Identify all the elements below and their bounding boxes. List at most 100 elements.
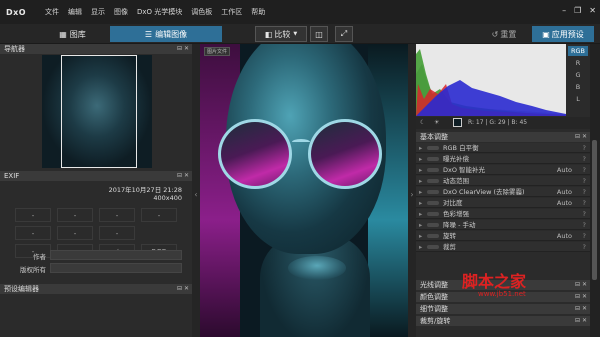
adjustment-row[interactable]: ▸ 曝光补偿 ? [416, 154, 590, 164]
adjustment-row[interactable]: ▸ 色彩增强 ? [416, 209, 590, 219]
expand-arrow-icon[interactable]: ▸ [419, 143, 422, 153]
adjustment-toggle[interactable] [427, 168, 439, 172]
compare-icon: ◧ [264, 29, 273, 39]
fit-screen-button[interactable]: ⤢ [335, 26, 353, 42]
panel-pin-close-icon[interactable]: ⊟ ✕ [575, 316, 587, 326]
histogram-info-bar: ☾ ☀ R: 17 | G: 29 | B: 45 [416, 117, 590, 129]
adjustment-toggle[interactable] [427, 212, 439, 216]
adjustment-row[interactable]: ▸ 旋转 Auto ? [416, 231, 590, 241]
chevron-down-icon: ▼ [293, 31, 298, 37]
help-icon[interactable]: ? [583, 231, 586, 241]
histogram-channel-b[interactable]: B [568, 82, 588, 92]
expand-arrow-icon[interactable]: ▸ [419, 242, 422, 252]
expand-arrow-icon[interactable]: ▸ [419, 176, 422, 186]
histogram [416, 44, 566, 116]
help-icon[interactable]: ? [583, 198, 586, 208]
adjustment-toggle[interactable] [427, 157, 439, 161]
collapse-left-panel-button[interactable]: ‹ [192, 44, 200, 337]
split-view-button[interactable]: ◫ [310, 26, 328, 42]
navigator-viewport-frame[interactable] [61, 55, 137, 168]
reset-button[interactable]: ↺ 重置 [480, 26, 528, 42]
panel-pin-close-icon[interactable]: ⊟ ✕ [177, 284, 189, 294]
expand-arrow-icon[interactable]: ▸ [419, 220, 422, 230]
panel-pin-close-icon[interactable]: ⊟ ✕ [575, 132, 587, 142]
adjustment-toggle[interactable] [427, 179, 439, 183]
adjustment-label: 动态范围 [443, 177, 469, 185]
maximize-button[interactable]: ❐ [574, 6, 581, 15]
menu-edit[interactable]: 编辑 [68, 7, 82, 17]
adjustment-toggle[interactable] [427, 245, 439, 249]
expand-arrow-icon[interactable]: ▸ [419, 165, 422, 175]
help-icon[interactable]: ? [583, 165, 586, 175]
compare-button[interactable]: ◧ 比较 ▼ [255, 26, 307, 42]
color-section-title: 颜色调整 [420, 293, 448, 301]
exif-cell: - [57, 208, 93, 222]
histogram-channel-r[interactable]: R [568, 58, 588, 68]
collapse-right-panel-button[interactable]: › [408, 44, 416, 337]
sun-icon[interactable]: ☀ [434, 119, 439, 126]
histogram-channel-rgb[interactable]: RGB [568, 46, 588, 56]
app-logo: DxO [6, 7, 27, 17]
help-icon[interactable]: ? [583, 242, 586, 252]
help-icon[interactable]: ? [583, 154, 586, 164]
adjustment-label: 曝光补偿 [443, 155, 469, 163]
menu-dxo-optics[interactable]: DxO 光学模块 [137, 7, 182, 17]
exif-cell: - [57, 226, 93, 240]
help-icon[interactable]: ? [583, 187, 586, 197]
basic-adjustments-header[interactable]: 基本调整 ⊟ ✕ [416, 132, 590, 142]
close-button[interactable]: ✕ [589, 6, 596, 15]
photo-viewer[interactable]: 图片文件 [200, 44, 408, 337]
help-icon[interactable]: ? [583, 143, 586, 153]
menu-image[interactable]: 图像 [114, 7, 128, 17]
adjustment-toggle[interactable] [427, 234, 439, 238]
panel-pin-close-icon[interactable]: ⊟ ✕ [575, 304, 587, 314]
adjustment-row[interactable]: ▸ 对比度 Auto ? [416, 198, 590, 208]
help-icon[interactable]: ? [583, 176, 586, 186]
moon-icon[interactable]: ☾ [420, 119, 425, 126]
histogram-channel-g[interactable]: G [568, 70, 588, 80]
watermark-title: 脚本之家 [462, 272, 527, 291]
navigator-header: 导航器 ⊟ ✕ [0, 44, 192, 54]
expand-arrow-icon[interactable]: ▸ [419, 187, 422, 197]
adjustment-label: 色彩增强 [443, 210, 469, 218]
adjustment-toggle[interactable] [427, 223, 439, 227]
author-field[interactable] [50, 250, 182, 260]
help-icon[interactable]: ? [583, 220, 586, 230]
adjustment-toggle[interactable] [427, 201, 439, 205]
adjustment-toggle[interactable] [427, 190, 439, 194]
adjustment-toggle[interactable] [427, 146, 439, 150]
expand-arrow-icon[interactable]: ▸ [419, 209, 422, 219]
minimize-button[interactable]: – [562, 6, 566, 15]
expand-arrow-icon[interactable]: ▸ [419, 154, 422, 164]
expand-arrow-icon[interactable]: ▸ [419, 231, 422, 241]
adjustment-row[interactable]: ▸ DxO ClearView (去除雾霾) Auto ? [416, 187, 590, 197]
menu-file[interactable]: 文件 [45, 7, 59, 17]
tab-edit-image[interactable]: ☰ 编辑图像 [110, 26, 222, 42]
copyright-field[interactable] [50, 263, 182, 273]
menu-palette[interactable]: 调色板 [191, 7, 212, 17]
menu-view[interactable]: 显示 [91, 7, 105, 17]
expand-arrow-icon[interactable]: ▸ [419, 198, 422, 208]
adjustment-value: Auto [556, 232, 572, 240]
panel-pin-close-icon[interactable]: ⊟ ✕ [575, 292, 587, 302]
apply-preset-button[interactable]: ▣ 应用预设 [532, 26, 594, 42]
tab-edit-label: 编辑图像 [155, 29, 188, 39]
detail-section-header[interactable]: 细节调整 ⊟ ✕ [416, 304, 590, 314]
panel-pin-close-icon[interactable]: ⊟ ✕ [575, 280, 587, 290]
apply-preset-label: 应用预设 [551, 29, 584, 39]
histogram-channel-l[interactable]: L [568, 94, 588, 104]
crop-section-header[interactable]: 裁剪/旋转 ⊟ ✕ [416, 316, 590, 326]
tab-library[interactable]: ▦ 图库 [40, 26, 105, 42]
panel-pin-close-icon[interactable]: ⊟ ✕ [177, 171, 189, 181]
menu-workspace[interactable]: 工作区 [221, 7, 242, 17]
adjustment-row[interactable]: ▸ 裁剪 ? [416, 242, 590, 252]
adjustment-row[interactable]: ▸ RGB 白平衡 ? [416, 143, 590, 153]
panel-pin-close-icon[interactable]: ⊟ ✕ [177, 44, 189, 54]
adjustment-row[interactable]: ▸ 降噪 - 手动 ? [416, 220, 590, 230]
preset-editor-header[interactable]: 预设编辑器 ⊟ ✕ [0, 284, 192, 294]
scrollbar-thumb[interactable] [592, 140, 597, 280]
help-icon[interactable]: ? [583, 209, 586, 219]
adjustment-row[interactable]: ▸ 动态范围 ? [416, 176, 590, 186]
adjustment-row[interactable]: ▸ DxO 智能补光 Auto ? [416, 165, 590, 175]
menu-help[interactable]: 帮助 [251, 7, 265, 17]
